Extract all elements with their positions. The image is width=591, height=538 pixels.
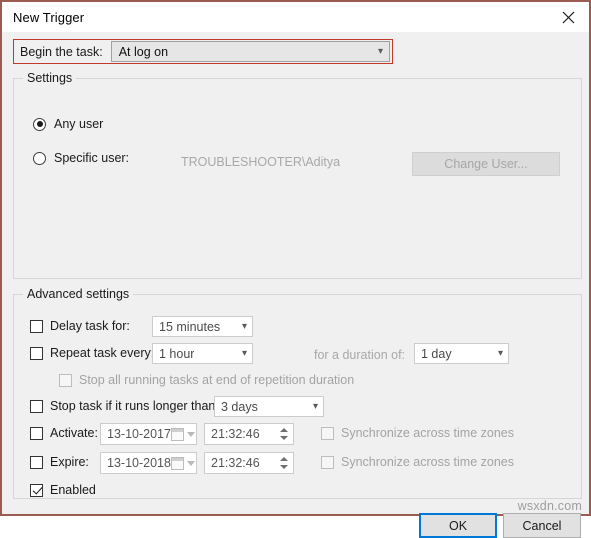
calendar-icon — [170, 456, 184, 470]
checkbox-stop-all-running-tasks[interactable]: Stop all running tasks at end of repetit… — [59, 373, 354, 387]
specific-user-value: TROUBLESHOOTER\Aditya — [181, 155, 341, 169]
checkbox-expire-label: Expire: — [50, 455, 89, 469]
checkbox-activate-label: Activate: — [50, 426, 98, 440]
delay-task-value: 15 minutes — [159, 319, 221, 334]
checkbox-stop-all-running-tasks-label: Stop all running tasks at end of repetit… — [79, 373, 355, 387]
checkbox-delay-task-label: Delay task for: — [50, 319, 130, 333]
title-bar: New Trigger — [2, 2, 589, 32]
activate-time-field[interactable]: 21:32:46 — [204, 423, 294, 445]
repeat-task-dropdown[interactable]: 1 hour ▾ — [152, 343, 253, 364]
spinner-down-icon[interactable] — [279, 465, 288, 469]
settings-group: Settings Any user Specific user: TROUBLE… — [13, 71, 582, 279]
spinner-up-icon[interactable] — [279, 428, 288, 432]
activate-date-field[interactable]: 13-10-2017 — [100, 423, 197, 445]
checkbox-delay-task[interactable]: Delay task for: — [30, 319, 130, 333]
chevron-down-icon: ▾ — [312, 400, 318, 412]
chevron-down-icon — [186, 460, 195, 466]
checkbox-repeat-task[interactable]: Repeat task every: — [30, 346, 154, 360]
spinner-up-icon[interactable] — [279, 457, 288, 461]
begin-task-label: Begin the task: — [20, 44, 103, 59]
checkbox-enabled[interactable]: Enabled — [30, 483, 96, 497]
chevron-down-icon: ▾ — [241, 347, 247, 359]
time-spinner-icon[interactable] — [275, 424, 292, 444]
advanced-settings-group: Advanced settings Delay task for: 15 min… — [13, 287, 582, 499]
watermark: wsxdn.com — [517, 499, 582, 513]
expire-time-field[interactable]: 21:32:46 — [204, 452, 294, 474]
checkbox-stop-task-longer-than-label: Stop task if it runs longer than: — [50, 399, 219, 413]
new-trigger-dialog: New Trigger Begin the task: At log on ▾ … — [0, 0, 591, 538]
advanced-settings-legend: Advanced settings — [23, 287, 134, 301]
ok-button[interactable]: OK — [419, 513, 497, 538]
checkbox-activate-sync-timezones[interactable]: Synchronize across time zones — [321, 426, 514, 440]
chevron-down-icon — [186, 431, 195, 437]
change-user-button-label: Change User... — [444, 157, 528, 171]
duration-label: for a duration of: — [314, 348, 406, 362]
checkbox-activate-sync-timezones-indicator — [321, 426, 334, 440]
chevron-down-icon: ▾ — [497, 347, 503, 359]
chevron-down-icon: ▾ — [377, 45, 383, 57]
repeat-task-value: 1 hour — [159, 346, 195, 361]
radio-specific-user-indicator — [33, 151, 46, 165]
radio-specific-user-label: Specific user: — [54, 151, 130, 165]
checkbox-repeat-task-label: Repeat task every: — [50, 346, 155, 360]
checkbox-stop-task-longer-than[interactable]: Stop task if it runs longer than: — [30, 399, 219, 413]
checkbox-expire-sync-timezones[interactable]: Synchronize across time zones — [321, 455, 514, 469]
close-icon[interactable] — [547, 2, 589, 32]
checkbox-stop-task-longer-than-indicator — [30, 399, 43, 413]
checkbox-enabled-indicator — [30, 483, 43, 497]
radio-any-user[interactable]: Any user — [33, 117, 103, 131]
radio-specific-user[interactable]: Specific user: — [33, 151, 129, 165]
cancel-button[interactable]: Cancel — [503, 513, 581, 538]
begin-task-value: At log on — [118, 44, 169, 59]
checkbox-expire[interactable]: Expire: — [30, 455, 89, 469]
checkbox-expire-sync-timezones-indicator — [321, 455, 334, 469]
chevron-down-icon: ▾ — [241, 320, 247, 332]
duration-dropdown[interactable]: 1 day ▾ — [414, 343, 509, 364]
stop-task-longer-than-value: 3 days — [221, 399, 258, 414]
checkbox-expire-indicator — [30, 455, 43, 469]
begin-task-dropdown[interactable]: At log on ▾ — [110, 41, 390, 62]
checkbox-activate-sync-timezones-label: Synchronize across time zones — [341, 426, 514, 440]
dialog-body: Begin the task: At log on ▾ Settings Any… — [2, 32, 589, 538]
expire-date-value: 13-10-2018 — [107, 456, 171, 470]
close-glyph — [562, 11, 574, 23]
window-title: New Trigger — [13, 9, 85, 25]
radio-any-user-indicator — [33, 117, 46, 131]
settings-legend: Settings — [23, 71, 77, 85]
checkbox-stop-all-running-tasks-indicator — [59, 373, 72, 387]
checkbox-delay-task-indicator — [30, 319, 43, 333]
delay-task-dropdown[interactable]: 15 minutes ▾ — [152, 316, 253, 337]
cancel-button-label: Cancel — [522, 518, 562, 533]
activate-time-value: 21:32:46 — [211, 427, 260, 441]
checkbox-activate[interactable]: Activate: — [30, 426, 98, 440]
spinner-down-icon[interactable] — [279, 436, 288, 440]
duration-value: 1 day — [421, 346, 452, 361]
calendar-icon — [170, 427, 184, 441]
checkbox-expire-sync-timezones-label: Synchronize across time zones — [341, 455, 514, 469]
ok-button-label: OK — [448, 518, 468, 533]
expire-time-value: 21:32:46 — [211, 456, 260, 470]
change-user-button[interactable]: Change User... — [412, 152, 560, 176]
begin-task-highlight: Begin the task: At log on ▾ — [13, 39, 393, 64]
expire-date-field[interactable]: 13-10-2018 — [100, 452, 197, 474]
checkbox-repeat-task-indicator — [30, 346, 43, 360]
activate-date-value: 13-10-2017 — [107, 427, 171, 441]
checkbox-activate-indicator — [30, 426, 43, 440]
stop-task-longer-than-dropdown[interactable]: 3 days ▾ — [214, 396, 324, 417]
checkbox-enabled-label: Enabled — [50, 483, 96, 497]
radio-any-user-label: Any user — [54, 117, 104, 131]
time-spinner-icon[interactable] — [275, 453, 292, 473]
